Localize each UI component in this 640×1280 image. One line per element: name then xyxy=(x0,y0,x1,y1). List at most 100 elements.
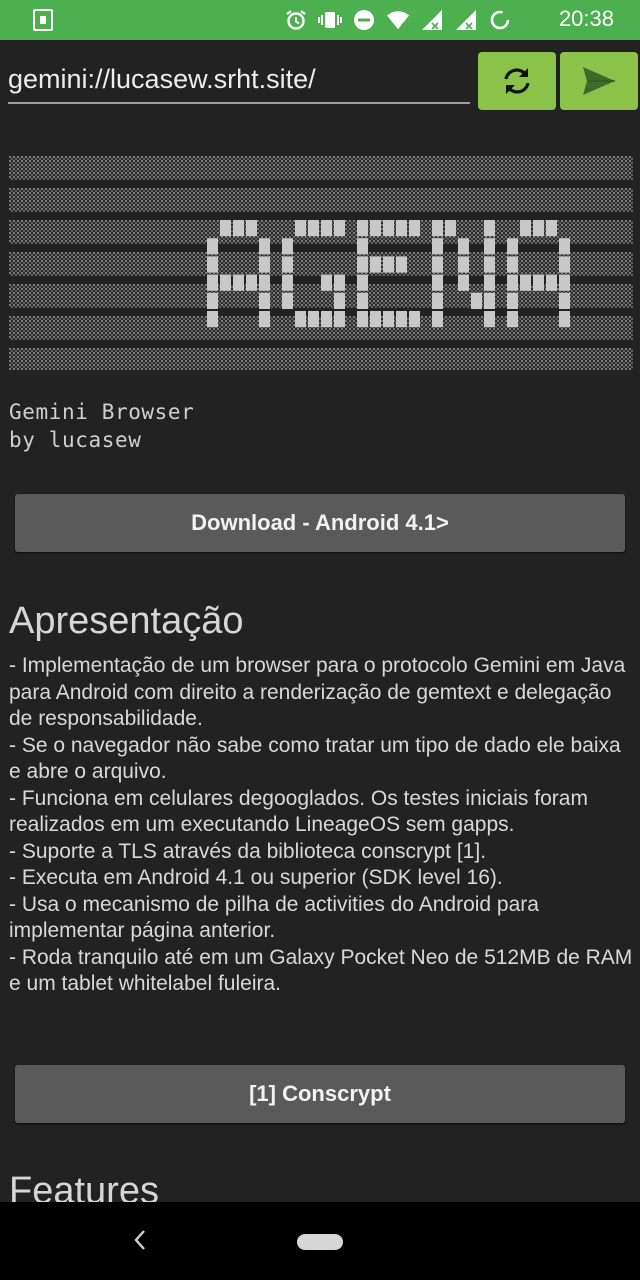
banner-letter-pixel xyxy=(233,220,244,237)
banner-letter-pixel xyxy=(334,311,345,328)
alarm-icon xyxy=(284,8,308,32)
banner-letter-pixel xyxy=(432,256,443,273)
conscrypt-link-button[interactable]: [1] Conscrypt xyxy=(15,1065,625,1123)
banner-letter-pixel xyxy=(207,311,218,328)
banner-letter-pixel xyxy=(445,220,456,237)
list-item: - Funciona em celulares degooglados. Os … xyxy=(9,786,588,837)
banner-letter-pixel xyxy=(520,220,531,237)
system-navigation-bar xyxy=(0,1202,640,1280)
intro-line-2: by lucasew xyxy=(9,428,142,452)
list-item: - Se o navegador não sabe como tratar um… xyxy=(9,733,621,784)
list-item: - Implementação de um browser para o pro… xyxy=(9,654,626,730)
home-pill-button[interactable] xyxy=(297,1234,343,1250)
banner-letter-pixel xyxy=(207,292,218,309)
banner-letter-pixel xyxy=(334,220,345,237)
banner-letter-pixel xyxy=(207,274,218,291)
banner-letter-pixel xyxy=(396,311,407,328)
banner-letter-pixel xyxy=(246,274,257,291)
reload-button[interactable] xyxy=(478,52,556,110)
banner-letter-pixel xyxy=(282,238,293,255)
banner-letter-pixel xyxy=(484,238,495,255)
banner-letter-pixel xyxy=(484,256,495,273)
banner-letter-pixel xyxy=(259,292,270,309)
banner-letter-pixel xyxy=(220,274,231,291)
banner-letter-pixel xyxy=(357,292,368,309)
banner-letter-pixel xyxy=(334,292,345,309)
go-button[interactable] xyxy=(560,52,638,110)
apresentacao-list: - Implementação de um browser para o pro… xyxy=(9,653,634,998)
banner-letter-pixel xyxy=(458,238,469,255)
download-link-button[interactable]: Download - Android 4.1> xyxy=(15,494,625,552)
banner-letter-pixel xyxy=(484,311,495,328)
banner-letter-pixel xyxy=(259,274,270,291)
page-content: Gemini Browser by lucasew Download - And… xyxy=(0,120,640,1202)
banner-letter-pixel xyxy=(295,220,306,237)
intro-text: Gemini Browser by lucasew xyxy=(9,398,194,454)
banner-letter-pixel xyxy=(559,238,570,255)
ascii-art-banner xyxy=(9,156,633,370)
banner-letter-pixel xyxy=(370,220,381,237)
chevron-left-icon xyxy=(134,1230,145,1250)
banner-letter-pixel xyxy=(282,256,293,273)
banner-letter-pixel xyxy=(484,292,495,309)
list-item: - Usa o mecanismo de pilha de activities… xyxy=(9,892,539,943)
banner-letter-pixel xyxy=(458,256,469,273)
do-not-disturb-icon xyxy=(352,8,376,32)
banner-letter-pixel xyxy=(507,274,518,291)
banner-letter-pixel xyxy=(383,220,394,237)
banner-letter-pixel xyxy=(259,238,270,255)
banner-letter-pixel xyxy=(396,220,407,237)
send-icon xyxy=(583,67,615,95)
banner-letter-pixel xyxy=(308,220,319,237)
banner-letter-pixel xyxy=(321,274,332,291)
banner-letter-pixel xyxy=(533,220,544,237)
status-bar: 20:38 xyxy=(0,0,640,40)
banner-letter-pixel xyxy=(559,292,570,309)
banner-letter-pixel xyxy=(207,238,218,255)
reload-icon xyxy=(504,68,530,94)
banner-letter-pixel xyxy=(432,311,443,328)
signal-icon-2 xyxy=(454,8,478,32)
banner-letter-pixel xyxy=(432,292,443,309)
banner-letter-pixel xyxy=(432,238,443,255)
sim-notification-icon xyxy=(33,9,53,31)
banner-letter-pixel xyxy=(321,220,332,237)
banner-letter-pixel xyxy=(357,220,368,237)
list-item: - Executa em Android 4.1 ou superior (SD… xyxy=(9,866,503,889)
banner-letter-pixel xyxy=(559,256,570,273)
section-heading-apresentacao: Apresentação xyxy=(9,600,244,642)
banner-letter-pixel xyxy=(458,274,469,291)
banner-letter-pixel xyxy=(409,311,420,328)
banner-letter-pixel xyxy=(357,311,368,328)
list-item: - Roda tranquilo até em um Galaxy Pocket… xyxy=(9,945,633,996)
status-time: 20:38 xyxy=(558,6,614,31)
section-heading-features: Features xyxy=(9,1170,159,1202)
banner-letter-pixel xyxy=(308,311,319,328)
banner-letter-pixel xyxy=(295,311,306,328)
banner-letter-pixel xyxy=(334,274,345,291)
banner-letter-pixel xyxy=(259,311,270,328)
banner-letter-pixel xyxy=(409,220,420,237)
banner-letter-pixel xyxy=(383,256,394,273)
banner-letter-pixel xyxy=(233,274,244,291)
banner-letter-pixel xyxy=(507,256,518,273)
banner-letter-pixel xyxy=(484,274,495,291)
banner-letter-pixel xyxy=(471,292,482,309)
banner-letter-pixel xyxy=(383,311,394,328)
banner-letter-pixel xyxy=(432,274,443,291)
signal-icon-1 xyxy=(420,8,444,32)
banner-letter-pixel xyxy=(559,311,570,328)
banner-letter-pixel xyxy=(207,256,218,273)
banner-letter-pixel xyxy=(246,220,257,237)
banner-letter-pixel xyxy=(282,292,293,309)
banner-letter-pixel xyxy=(220,220,231,237)
back-button[interactable] xyxy=(128,1222,152,1258)
vibrate-icon xyxy=(318,8,342,32)
banner-letter-pixel xyxy=(559,274,570,291)
banner-letter-pixel xyxy=(259,256,270,273)
url-input[interactable] xyxy=(8,56,470,104)
banner-letter-pixel xyxy=(507,238,518,255)
banner-letter-pixel xyxy=(357,274,368,291)
wifi-icon xyxy=(386,8,410,32)
banner-letter-pixel xyxy=(370,311,381,328)
